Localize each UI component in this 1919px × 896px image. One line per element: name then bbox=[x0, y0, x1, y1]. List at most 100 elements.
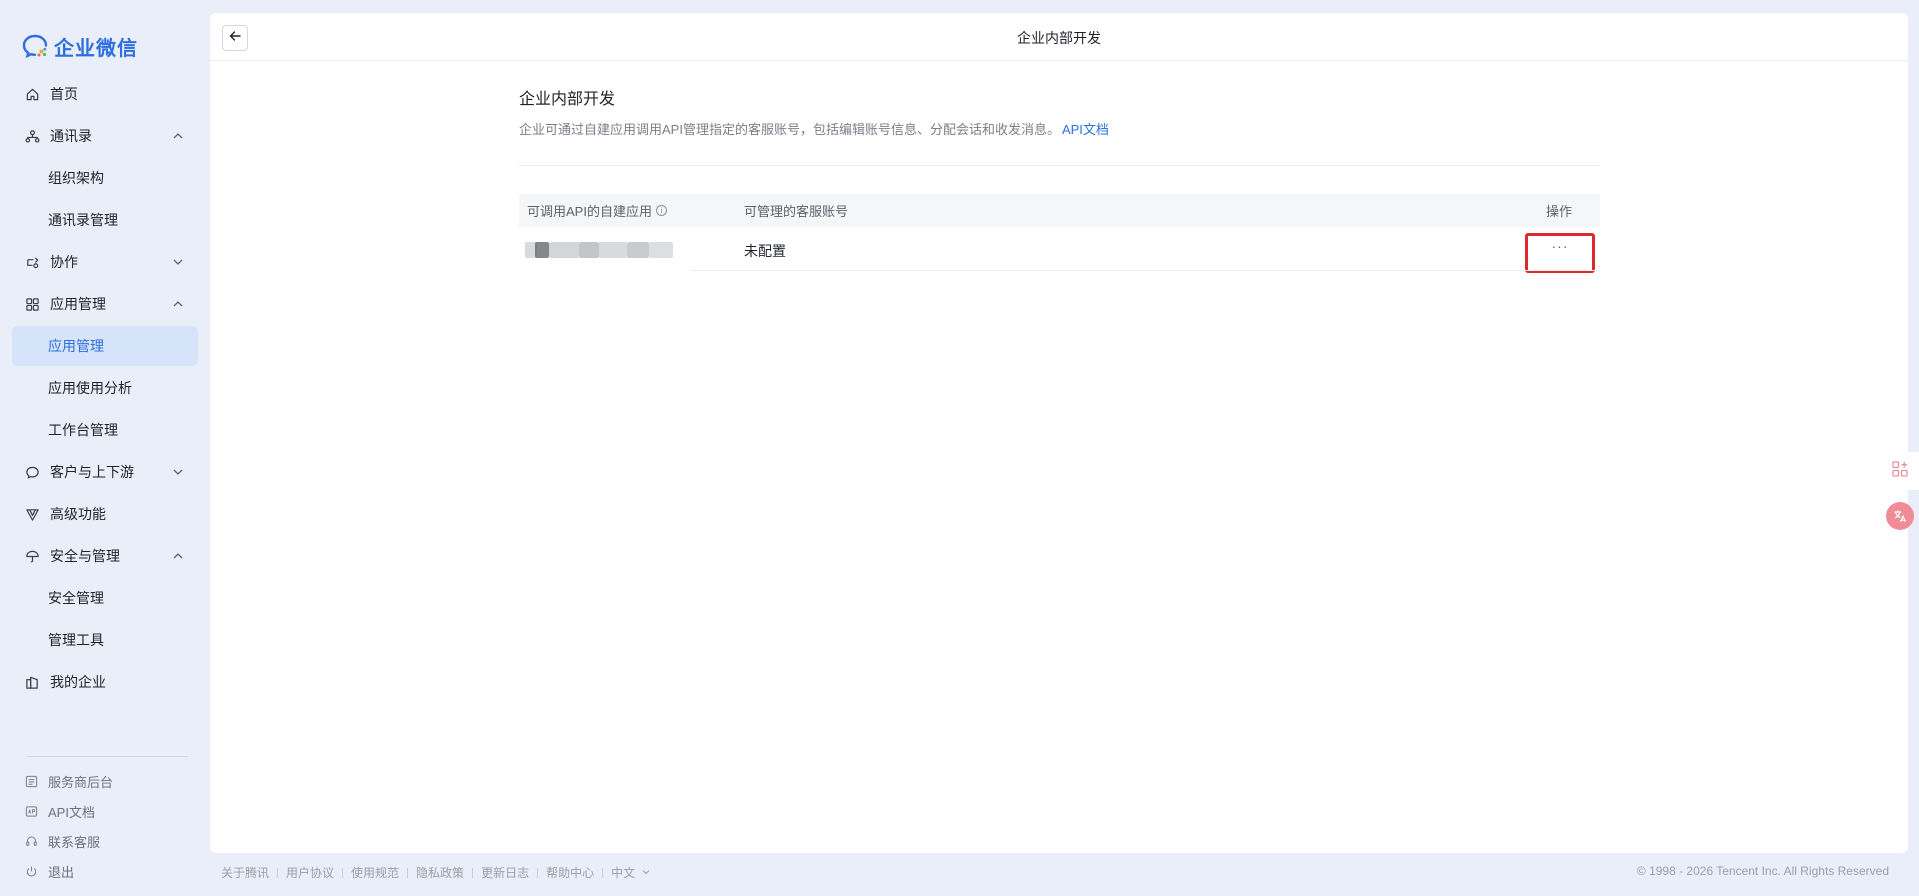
sidebar-item-app-management[interactable]: 应用管理 bbox=[12, 284, 198, 324]
headset-icon bbox=[24, 834, 38, 848]
chevron-down-icon bbox=[170, 464, 186, 480]
page-description: 企业可通过自建应用调用API管理指定的客服账号，包括编辑账号信息、分配会话和收发… bbox=[519, 119, 1600, 138]
wecom-logo-icon bbox=[22, 33, 48, 59]
footer-link-user-agreement[interactable]: 用户协议 bbox=[286, 864, 334, 881]
footer-separator bbox=[537, 867, 539, 878]
sidebar-item-label: 应用管理 bbox=[48, 338, 104, 354]
sidebar-item-label: 应用使用分析 bbox=[48, 380, 132, 396]
chevron-up-icon bbox=[170, 296, 186, 312]
sidebar-item-app-management-sub[interactable]: 应用管理 bbox=[12, 326, 198, 366]
service-icon bbox=[24, 774, 38, 788]
sidebar-footer-label: 退出 bbox=[48, 864, 75, 880]
sidebar-item-app-analytics[interactable]: 应用使用分析 bbox=[12, 368, 198, 408]
sidebar-item-collab[interactable]: 协作 bbox=[12, 242, 198, 282]
sidebar-item-my-company[interactable]: 我的企业 bbox=[12, 662, 198, 702]
footer-separator bbox=[407, 867, 409, 878]
table-header: 可调用API的自建应用 i 可管理的客服账号 操作 bbox=[519, 194, 1600, 227]
language-selector[interactable]: 中文 bbox=[611, 864, 651, 881]
translate-icon bbox=[1886, 502, 1914, 530]
column-header-app: 可调用API的自建应用 i bbox=[527, 201, 667, 220]
cell-accounts: 未配置 bbox=[744, 243, 786, 259]
brand-name: 企业微信 bbox=[54, 37, 138, 60]
advanced-icon bbox=[24, 506, 40, 522]
sidebar-footer-service-portal[interactable]: 服务商后台 bbox=[12, 766, 198, 796]
copyright-text: © 1998 - 2026 Tencent Inc. All Rights Re… bbox=[1636, 864, 1889, 878]
sidebar-item-label: 安全管理 bbox=[48, 590, 104, 606]
sidebar-footer: 服务商后台 API文档 联系客服 退出 bbox=[12, 766, 198, 886]
brand-logo[interactable]: 企业微信 bbox=[22, 32, 138, 60]
section-divider bbox=[519, 165, 1600, 166]
sidebar-footer-api-docs[interactable]: API文档 bbox=[12, 796, 198, 826]
sidebar-item-home[interactable]: 首页 bbox=[12, 74, 198, 114]
chevron-down-icon bbox=[170, 254, 186, 270]
footer-link-about[interactable]: 关于腾讯 bbox=[221, 864, 269, 881]
power-icon bbox=[24, 864, 38, 878]
sidebar-item-advanced[interactable]: 高级功能 bbox=[12, 494, 198, 534]
sidebar-item-label: 首页 bbox=[50, 86, 78, 102]
chevron-up-icon bbox=[170, 128, 186, 144]
api-icon bbox=[24, 804, 38, 818]
sidebar-item-label: 客户与上下游 bbox=[50, 464, 134, 480]
header-title: 企业内部开发 bbox=[1017, 30, 1101, 46]
sidebar-item-label: 管理工具 bbox=[48, 632, 104, 648]
sidebar-footer-logout[interactable]: 退出 bbox=[12, 856, 198, 886]
column-header-ops: 操作 bbox=[1545, 204, 1572, 219]
sidebar-item-admin-tools[interactable]: 管理工具 bbox=[12, 620, 198, 660]
collab-icon bbox=[24, 254, 40, 270]
footer-links: 关于腾讯 用户协议 使用规范 隐私政策 更新日志 帮助中心 中文 bbox=[221, 864, 651, 881]
sidebar-footer-label: API文档 bbox=[48, 804, 95, 820]
sidebar-item-workbench[interactable]: 工作台管理 bbox=[12, 410, 198, 450]
sidebar-item-security-manage[interactable]: 安全管理 bbox=[12, 578, 198, 618]
sidebar-item-label: 通讯录管理 bbox=[48, 212, 118, 228]
sidebar-item-label: 组织架构 bbox=[48, 170, 104, 186]
footer-link-usage-rules[interactable]: 使用规范 bbox=[351, 864, 399, 881]
page-title: 企业内部开发 bbox=[519, 91, 616, 108]
apps-add-icon bbox=[1891, 460, 1909, 483]
floating-apps-button[interactable] bbox=[1881, 452, 1919, 490]
sidebar-item-label: 通讯录 bbox=[50, 128, 92, 144]
content-area: 企业内部开发 企业可通过自建应用调用API管理指定的客服账号，包括编辑账号信息、… bbox=[519, 85, 1600, 273]
footer-separator bbox=[342, 867, 344, 878]
footer-link-changelog[interactable]: 更新日志 bbox=[481, 864, 529, 881]
more-icon: ··· bbox=[1551, 238, 1569, 254]
description-text: 企业可通过自建应用调用API管理指定的客服账号，包括编辑账号信息、分配会话和收发… bbox=[519, 122, 1060, 137]
info-icon[interactable]: i bbox=[655, 205, 667, 216]
sidebar-item-contacts-manage[interactable]: 通讯录管理 bbox=[12, 200, 198, 240]
main-panel: 企业内部开发 企业内部开发 企业可通过自建应用调用API管理指定的客服账号，包括… bbox=[210, 13, 1908, 853]
floating-translate-button[interactable] bbox=[1881, 497, 1919, 535]
footer-separator bbox=[277, 867, 279, 878]
sidebar-footer-label: 服务商后台 bbox=[48, 774, 114, 790]
app-table: 可调用API的自建应用 i 可管理的客服账号 操作 未配置 ··· bbox=[519, 194, 1600, 273]
sidebar-item-label: 高级功能 bbox=[50, 506, 106, 522]
chevron-up-icon bbox=[170, 548, 186, 564]
table-row: 未配置 ··· bbox=[519, 227, 1600, 273]
sidebar-footer-contact-support[interactable]: 联系客服 bbox=[12, 826, 198, 856]
sidebar-item-label: 我的企业 bbox=[50, 674, 106, 690]
chat-icon bbox=[24, 464, 40, 480]
home-icon bbox=[24, 86, 40, 102]
chevron-down-icon bbox=[641, 866, 651, 880]
row-more-actions-button[interactable]: ··· bbox=[1525, 233, 1595, 273]
sidebar-item-label: 应用管理 bbox=[50, 296, 106, 312]
sidebar-divider bbox=[26, 756, 188, 757]
sidebar-footer-label: 联系客服 bbox=[48, 834, 101, 850]
blurred-app-name bbox=[525, 242, 675, 258]
sidebar-item-customers[interactable]: 客户与上下游 bbox=[12, 452, 198, 492]
column-header-app-label: 可调用API的自建应用 bbox=[527, 204, 652, 219]
apps-icon bbox=[24, 296, 40, 312]
sidebar-item-label: 安全与管理 bbox=[50, 548, 120, 564]
footer-link-privacy[interactable]: 隐私政策 bbox=[416, 864, 464, 881]
sidebar-nav: 首页 通讯录 组织架构 通讯录管理 协作 应用管理 应用管理 应用使用分析 工作… bbox=[12, 74, 198, 704]
api-docs-link[interactable]: API文档 bbox=[1062, 122, 1109, 137]
org-icon bbox=[24, 128, 40, 144]
page-header: 企业内部开发 bbox=[210, 13, 1908, 61]
sidebar-item-contacts[interactable]: 通讯录 bbox=[12, 116, 198, 156]
footer-separator bbox=[602, 867, 604, 878]
sidebar-item-org-structure[interactable]: 组织架构 bbox=[12, 158, 198, 198]
sidebar-item-security[interactable]: 安全与管理 bbox=[12, 536, 198, 576]
sidebar-item-label: 协作 bbox=[50, 254, 78, 270]
footer-link-help[interactable]: 帮助中心 bbox=[546, 864, 594, 881]
row-divider bbox=[691, 270, 1600, 271]
umbrella-icon bbox=[24, 548, 40, 564]
company-icon bbox=[24, 674, 40, 690]
